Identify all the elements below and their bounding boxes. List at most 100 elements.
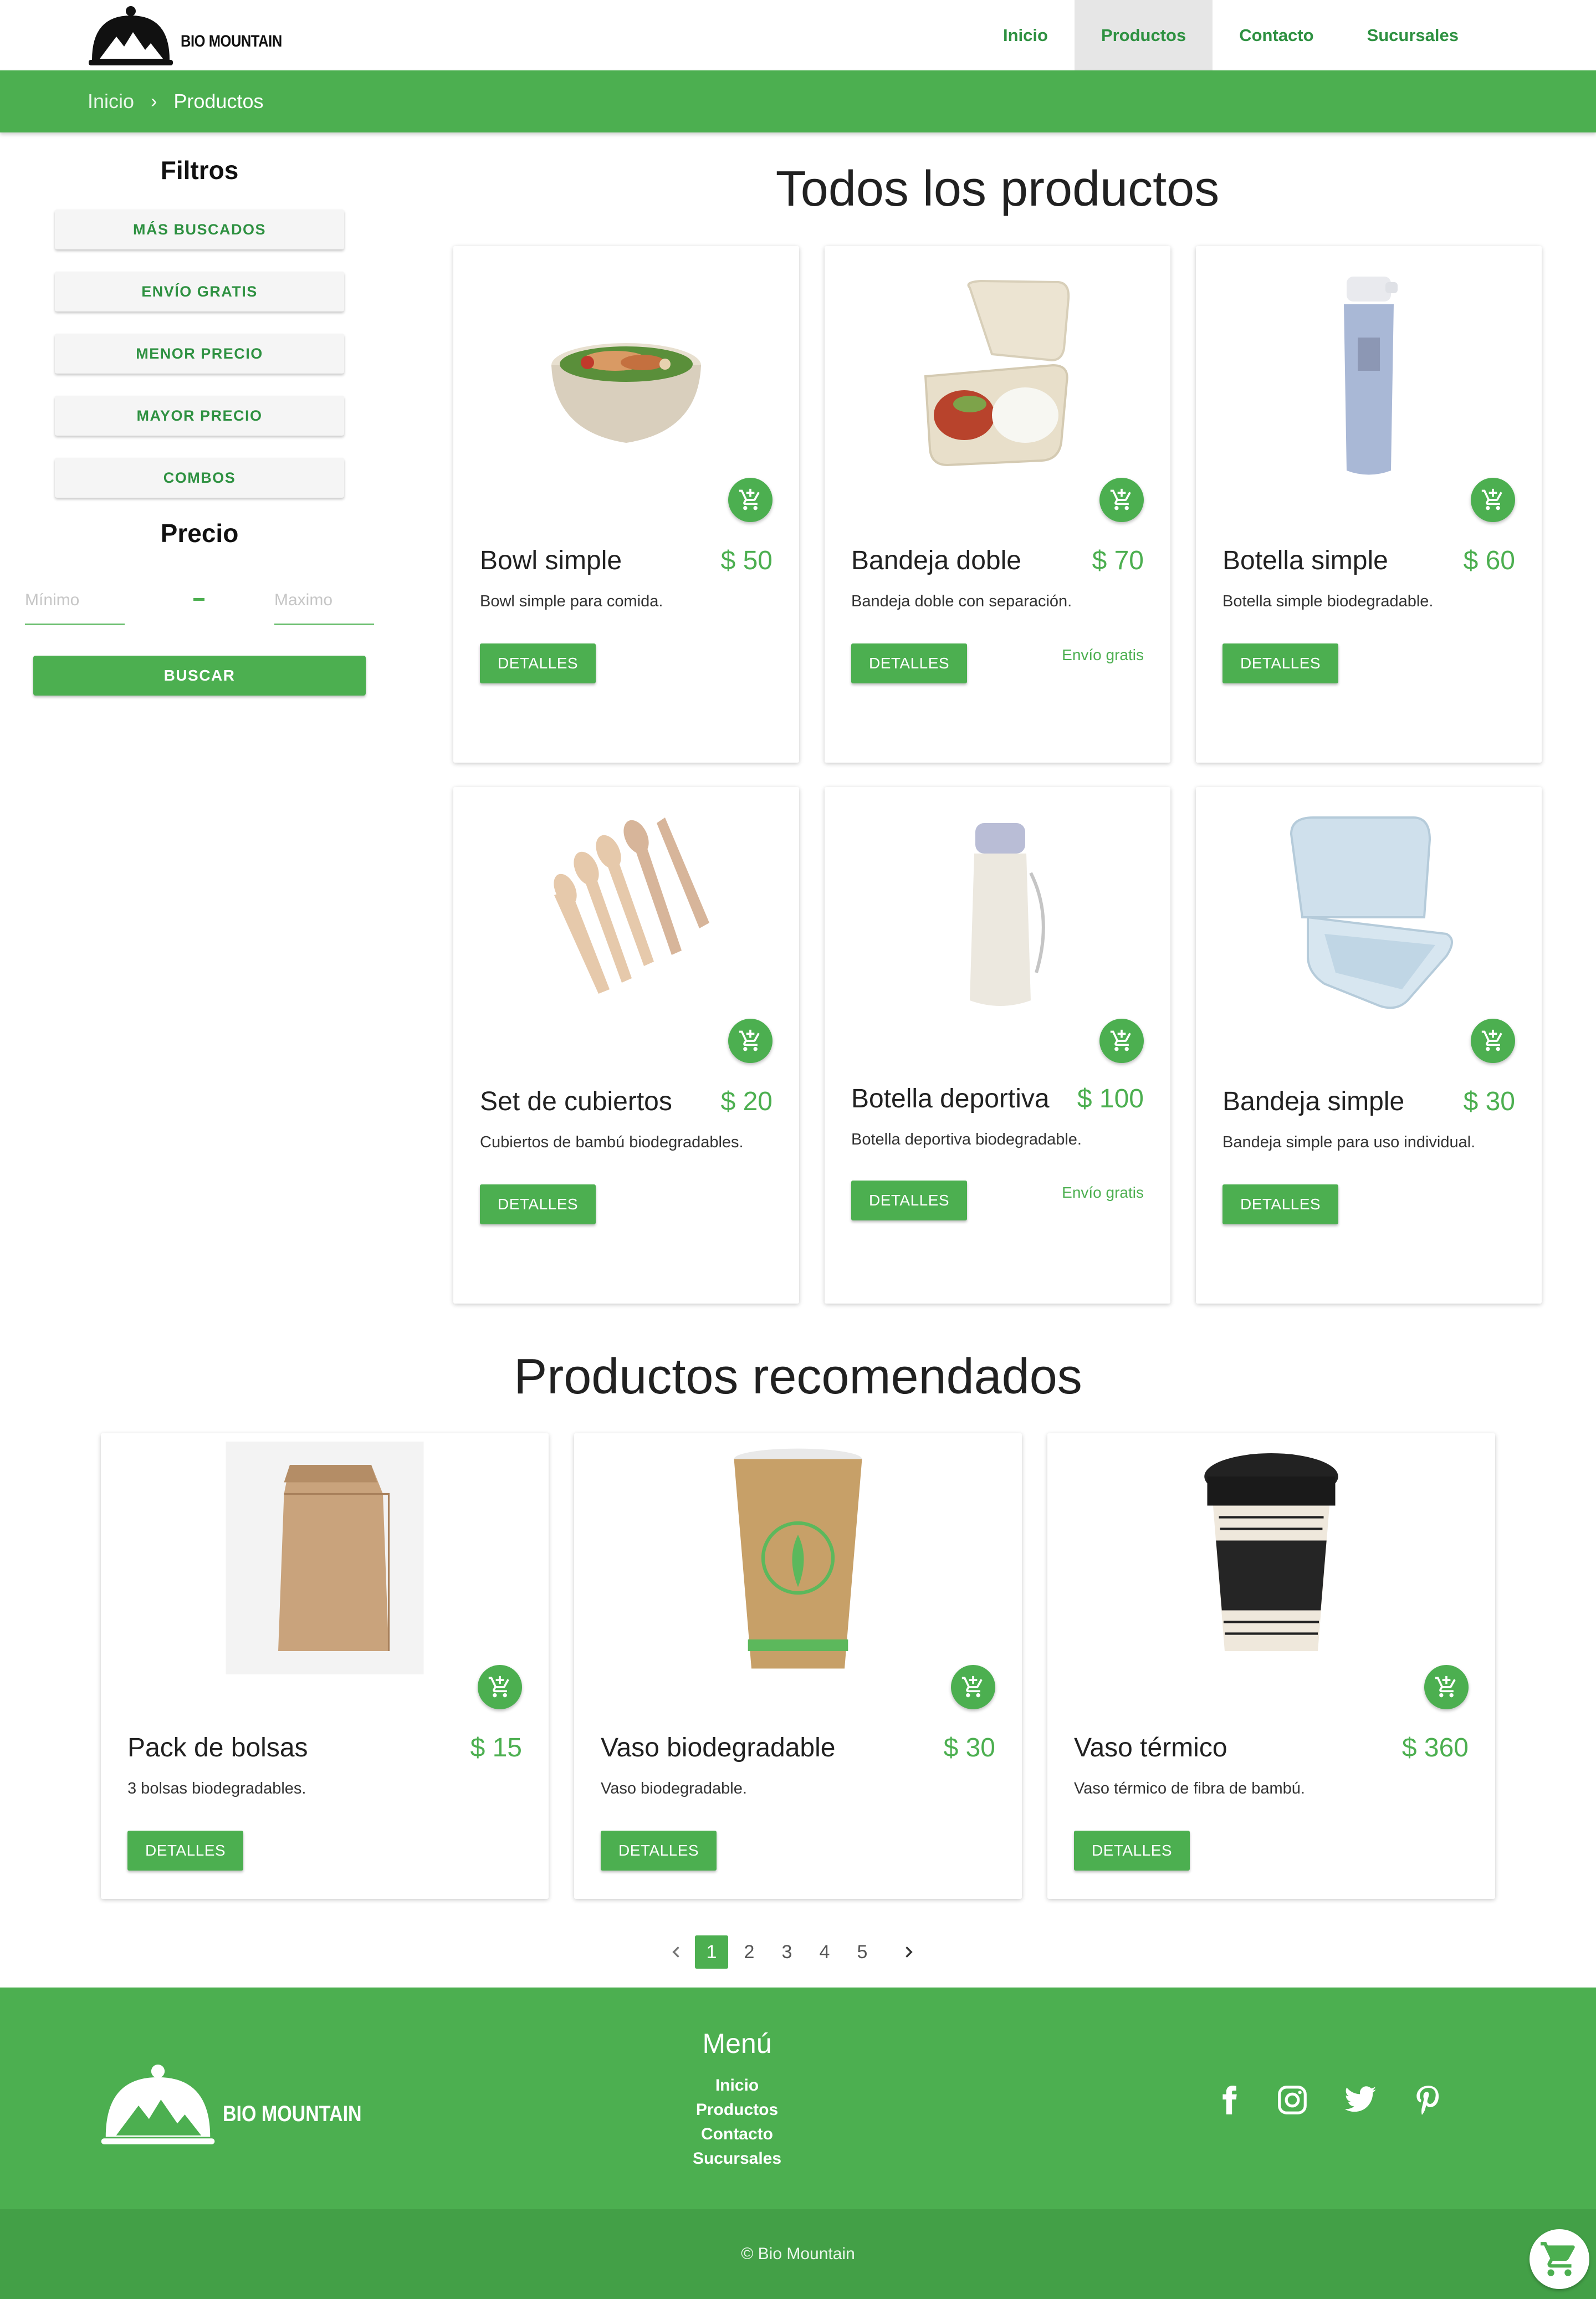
details-button[interactable]: DETALLES — [601, 1831, 717, 1871]
instagram-icon[interactable] — [1273, 2081, 1312, 2119]
details-button[interactable]: DETALLES — [851, 1181, 968, 1220]
details-button[interactable]: DETALLES — [1222, 1184, 1339, 1224]
product-name: Botella simple — [1222, 546, 1388, 575]
filter-combos-button[interactable]: COMBOS — [55, 458, 344, 498]
nav-productos[interactable]: Productos — [1074, 0, 1213, 70]
filter-envio-gratis-button[interactable]: ENVÍO GRATIS — [55, 272, 344, 311]
nav-contacto[interactable]: Contacto — [1213, 0, 1340, 70]
bowl-image[interactable] — [453, 246, 799, 507]
details-button[interactable]: DETALLES — [851, 643, 968, 683]
product-card: Bowl simple $ 50 Bowl simple para comida… — [453, 246, 799, 763]
thermal-cup-image[interactable] — [1047, 1433, 1495, 1683]
cart-plus-icon — [488, 1675, 509, 1698]
tray-image[interactable] — [1196, 787, 1542, 1048]
product-name: Bowl simple — [480, 546, 622, 575]
filters-title: Filtros — [160, 156, 239, 185]
add-to-cart-button[interactable] — [1099, 1019, 1144, 1063]
price-min-input[interactable] — [25, 576, 125, 625]
filter-mayor-precio-button[interactable]: MAYOR PRECIO — [55, 396, 344, 436]
footer-link-inicio[interactable]: Inicio — [654, 2076, 820, 2095]
product-description: 3 bolsas biodegradables. — [127, 1780, 306, 1797]
free-shipping-label: Envío gratis — [1062, 646, 1144, 663]
chevron-left-icon — [672, 1947, 679, 1958]
breadcrumb: Inicio › Productos — [0, 70, 1596, 132]
nav-sucursales[interactable]: Sucursales — [1341, 0, 1485, 70]
pagination-page-3[interactable]: 3 — [770, 1935, 804, 1969]
pagination-page-4[interactable]: 4 — [808, 1935, 841, 1969]
footer-link-contacto[interactable]: Contacto — [654, 2125, 820, 2144]
recommended-card: Pack de bolsas $ 15 3 bolsas biodegradab… — [101, 1433, 549, 1899]
cart-plus-icon — [1110, 1029, 1131, 1051]
free-shipping-label: Envío gratis — [1062, 1184, 1144, 1201]
product-price: $ 70 — [1092, 546, 1144, 575]
product-price: $ 30 — [1463, 1087, 1515, 1116]
product-name: Botella deportiva — [851, 1084, 1050, 1113]
product-card: Botella simple $ 60 Botella simple biode… — [1196, 246, 1542, 763]
paper-bag-image[interactable] — [101, 1433, 549, 1683]
add-to-cart-button[interactable] — [728, 1019, 773, 1063]
product-description: Botella deportiva biodegradable. — [851, 1131, 1082, 1148]
footer-link-productos[interactable]: Productos — [654, 2101, 820, 2119]
cart-plus-icon — [1481, 1029, 1502, 1051]
product-card: Botella deportiva $ 100 Botella deportiv… — [825, 787, 1170, 1304]
pagination-page-1[interactable]: 1 — [695, 1935, 728, 1969]
details-button[interactable]: DETALLES — [480, 1184, 596, 1224]
product-name: Set de cubiertos — [480, 1087, 672, 1116]
pagination: 1 2 3 4 5 — [659, 1934, 925, 1970]
add-to-cart-button[interactable] — [1471, 1019, 1515, 1063]
footer-link-sucursales[interactable]: Sucursales — [654, 2149, 820, 2168]
brand-name: BIO MOUNTAIN — [181, 32, 282, 50]
sport-bottle-image[interactable] — [825, 787, 1170, 1048]
footer-brand-name: BIO MOUNTAIN — [223, 2101, 362, 2126]
product-price: $ 30 — [943, 1733, 995, 1762]
all-products-title: Todos los productos — [775, 161, 1220, 217]
product-description: Botella simple biodegradable. — [1222, 592, 1434, 610]
pagination-page-5[interactable]: 5 — [846, 1935, 879, 1969]
product-price: $ 15 — [470, 1733, 522, 1762]
breadcrumb-chevron-icon: › — [151, 90, 157, 112]
breadcrumb-home[interactable]: Inicio — [88, 90, 134, 113]
filter-menor-precio-button[interactable]: MENOR PRECIO — [55, 334, 344, 374]
product-card: Bandeja doble $ 70 Bandeja doble con sep… — [825, 246, 1170, 763]
details-button[interactable]: DETALLES — [1222, 643, 1339, 683]
cart-plus-icon — [1110, 488, 1131, 510]
price-max-input[interactable] — [274, 576, 374, 625]
details-button[interactable]: DETALLES — [1074, 1831, 1190, 1871]
add-to-cart-button[interactable] — [1471, 478, 1515, 522]
cart-plus-icon — [961, 1675, 983, 1698]
cutlery-image[interactable] — [453, 787, 799, 1048]
add-to-cart-button[interactable] — [951, 1665, 995, 1709]
recommended-card: Vaso biodegradable $ 30 Vaso biodegradab… — [574, 1433, 1022, 1899]
product-name: Bandeja doble — [851, 546, 1021, 575]
floating-cart-button[interactable] — [1530, 2229, 1589, 2289]
product-description: Cubiertos de bambú biodegradables. — [480, 1133, 744, 1151]
pinterest-icon[interactable] — [1409, 2081, 1447, 2119]
filter-mas-buscados-button[interactable]: MÁS BUSCADOS — [55, 210, 344, 249]
add-to-cart-button[interactable] — [1099, 478, 1144, 522]
nav-inicio[interactable]: Inicio — [976, 0, 1075, 70]
price-range-dash — [193, 598, 204, 601]
brand-logo[interactable]: BIO MOUNTAIN — [88, 3, 300, 70]
bottle-image[interactable] — [1196, 246, 1542, 507]
price-title: Precio — [160, 519, 239, 548]
pagination-next-button[interactable] — [892, 1935, 925, 1969]
product-description: Vaso biodegradable. — [601, 1780, 747, 1797]
cart-plus-icon — [739, 488, 760, 510]
search-price-button[interactable]: BUSCAR — [33, 656, 366, 696]
facebook-icon[interactable] — [1210, 2081, 1249, 2119]
product-name: Vaso térmico — [1074, 1733, 1227, 1762]
breadcrumb-current: Productos — [173, 90, 264, 113]
add-to-cart-button[interactable] — [478, 1665, 522, 1709]
add-to-cart-button[interactable] — [728, 478, 773, 522]
pagination-page-2[interactable]: 2 — [733, 1935, 766, 1969]
cart-plus-icon — [1435, 1675, 1456, 1698]
footer-brand-logo[interactable]: BIO MOUNTAIN — [100, 2058, 386, 2153]
add-to-cart-button[interactable] — [1424, 1665, 1469, 1709]
details-button[interactable]: DETALLES — [127, 1831, 244, 1871]
product-description: Bandeja simple para uso individual. — [1222, 1133, 1476, 1151]
paper-cup-image[interactable] — [574, 1433, 1022, 1683]
pagination-prev-button[interactable] — [659, 1935, 693, 1969]
double-tray-image[interactable] — [825, 246, 1170, 507]
details-button[interactable]: DETALLES — [480, 643, 596, 683]
twitter-icon[interactable] — [1341, 2081, 1380, 2119]
